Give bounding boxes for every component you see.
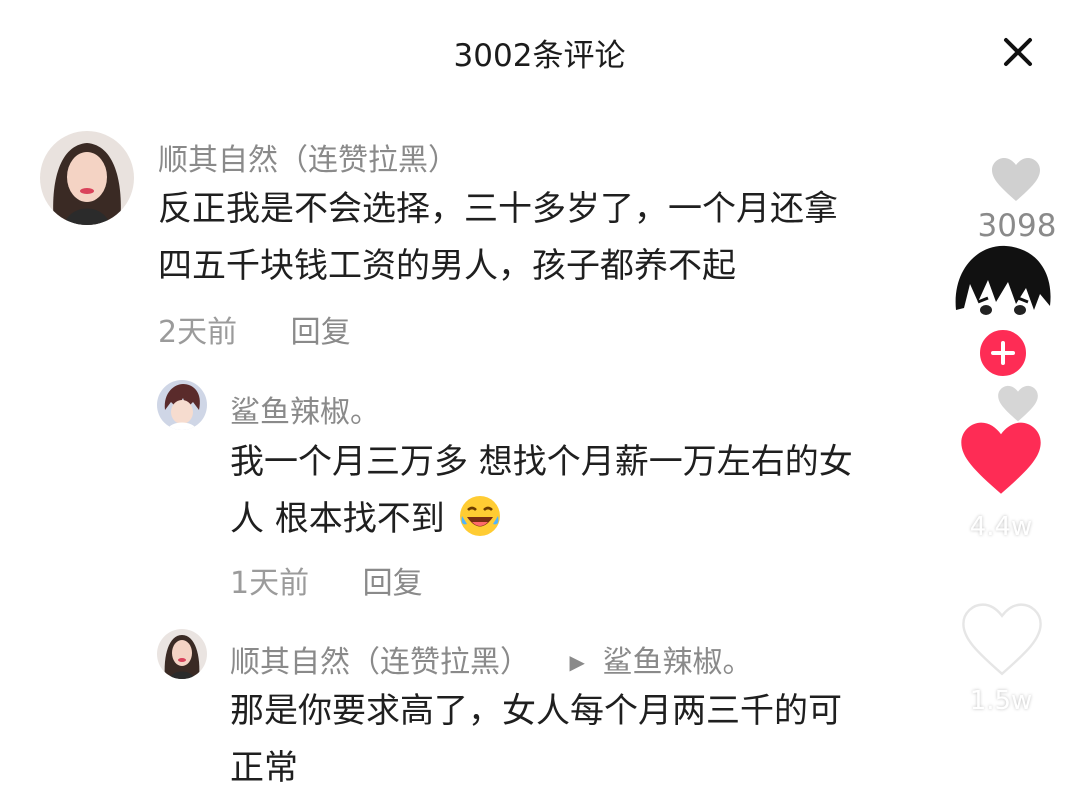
comment-author[interactable]: 顺其自然（连赞拉黑） — [158, 135, 458, 179]
comment-text-segment: 人 根本找不到 — [230, 499, 445, 539]
comment-author[interactable]: 顺其自然（连赞拉黑） — [230, 645, 530, 680]
comment-time: 2天前 — [158, 315, 238, 350]
reply-button[interactable]: 回复 — [291, 307, 351, 351]
heart-icon[interactable] — [996, 385, 1040, 423]
comment-time: 1天前 — [230, 566, 310, 601]
like-count: 3098 — [977, 208, 1057, 244]
comment-text: 反正我是不会选择，三十多岁了，一个月还拿 四五千块钱工资的男人，孩子都养不起 — [158, 181, 838, 295]
comment-meta: 1天前 回复 — [230, 558, 423, 602]
comment-text-line: 正常 — [230, 748, 298, 788]
avatar[interactable] — [157, 380, 207, 430]
comment-text-line: 反正我是不会选择，三十多岁了，一个月还拿 — [158, 189, 838, 229]
video-favorite-icon[interactable] — [960, 603, 1044, 677]
video-favorite-count: 1.5w — [969, 686, 1033, 716]
close-icon[interactable] — [996, 30, 1040, 74]
reply-button[interactable]: 回复 — [363, 558, 423, 602]
video-like-count: 4.4w — [969, 512, 1033, 542]
comment-text: 那是你要求高了，女人每个月两三千的可 正常 — [230, 683, 842, 797]
avatar[interactable] — [157, 629, 207, 679]
comment-count-title: 3002条评论 — [453, 38, 626, 74]
comment-meta: 2天前 回复 — [158, 307, 351, 351]
comment-text-line: 那是你要求高了，女人每个月两三千的可 — [230, 691, 842, 731]
follow-button[interactable] — [978, 328, 1028, 378]
comment-text-line: 我一个月三万多 想找个月薪一万左右的女 — [230, 442, 853, 482]
comments-header: 3002条评论 — [0, 0, 1079, 105]
comment-text-line: 四五千块钱工资的男人，孩子都养不起 — [158, 246, 736, 286]
reply-target[interactable]: 鲨鱼辣椒。 — [602, 645, 752, 680]
comment-text: 我一个月三万多 想找个月薪一万左右的女 人 根本找不到 — [230, 434, 853, 548]
laughing-crying-emoji — [459, 496, 500, 536]
comment-author[interactable]: 鲨鱼辣椒。 — [230, 387, 380, 431]
plus-icon — [991, 341, 1015, 365]
reply-arrow-icon: ▶ — [569, 650, 585, 674]
heart-icon[interactable] — [990, 157, 1042, 203]
comment-author-row: 顺其自然（连赞拉黑） ▶ 鲨鱼辣椒。 — [230, 637, 752, 681]
video-like-heart-icon[interactable] — [958, 420, 1044, 498]
avatar[interactable] — [40, 131, 134, 225]
comment-text-line: 人 根本找不到 — [230, 491, 853, 548]
